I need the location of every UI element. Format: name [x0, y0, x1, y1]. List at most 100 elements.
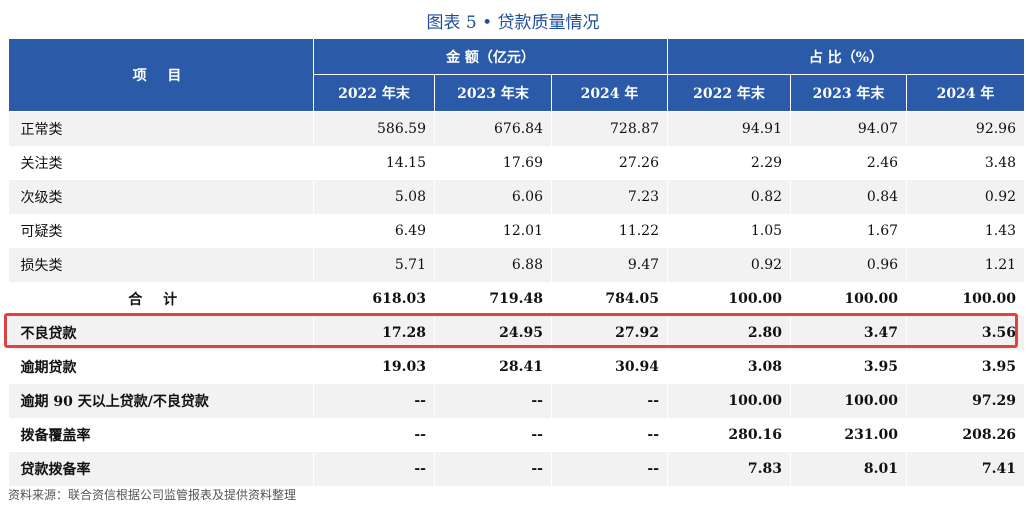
amount-group-header: 金 额（亿元）	[312, 38, 669, 75]
table-cell: 27.92	[551, 316, 669, 350]
row-label: 贷款拨备率	[8, 452, 314, 486]
table-cell: 12.01	[434, 214, 552, 248]
table-cell: 586.59	[313, 111, 435, 146]
table-cell: 0.84	[790, 180, 908, 214]
row-label: 次级类	[8, 180, 314, 214]
row-label: 不良贷款	[8, 316, 314, 350]
table-cell: --	[551, 384, 669, 418]
table-cell: 719.48	[434, 282, 552, 316]
table-cell: --	[434, 384, 552, 418]
table-cell: 17.28	[313, 316, 435, 350]
table-cell: 14.15	[313, 146, 435, 180]
table-row: 损失类 5.71 6.88 9.47 0.92 0.96 1.21	[8, 248, 1026, 282]
table-cell: 100.00	[790, 282, 908, 316]
table-row: 关注类 14.15 17.69 27.26 2.29 2.46 3.48	[8, 146, 1026, 180]
table-cell: 3.08	[667, 350, 792, 384]
table-cell: 3.48	[906, 146, 1026, 180]
table-cell: 27.26	[551, 146, 669, 180]
table-cell: 208.26	[906, 418, 1026, 452]
row-label: 拨备覆盖率	[8, 418, 314, 452]
row-label: 关注类	[8, 146, 314, 180]
row-label: 合 计	[8, 282, 314, 316]
table-cell: --	[551, 452, 669, 486]
row-label: 逾期贷款	[8, 350, 314, 384]
table-cell: 2.29	[667, 146, 792, 180]
table-row: 不良贷款 17.28 24.95 27.92 2.80 3.47 3.56	[8, 316, 1026, 350]
loan-quality-table: 项 目 金 额（亿元） 占 比（%） 2022 年末 2023 年末 2024 …	[8, 38, 1026, 486]
row-label: 逾期 90 天以上贷款/不良贷款	[8, 384, 314, 418]
table-cell: 231.00	[790, 418, 908, 452]
table-cell: 28.41	[434, 350, 552, 384]
table-cell: 1.05	[667, 214, 792, 248]
table-cell: 2.46	[790, 146, 908, 180]
table-cell: 100.00	[790, 384, 908, 418]
table-row: 逾期 90 天以上贷款/不良贷款 -- -- -- 100.00 100.00 97.29	[8, 384, 1026, 418]
table-cell: 97.29	[906, 384, 1026, 418]
table-cell: 24.95	[434, 316, 552, 350]
table-cell: 0.92	[667, 248, 792, 282]
table-cell: 7.23	[551, 180, 669, 214]
table-row: 逾期贷款 19.03 28.41 30.94 3.08 3.95 3.95	[8, 350, 1026, 384]
year-header: 2022 年末	[313, 74, 435, 112]
year-header: 2024 年	[550, 74, 669, 112]
table-cell: 11.22	[551, 214, 669, 248]
table-cell: 8.01	[790, 452, 908, 486]
table-row: 合 计 618.03 719.48 784.05 100.00 100.00 100.00	[8, 282, 1026, 316]
table-cell: 5.71	[313, 248, 435, 282]
table-cell: --	[313, 418, 435, 452]
row-label: 损失类	[8, 248, 314, 282]
table-cell: --	[313, 384, 435, 418]
table-cell: 6.88	[434, 248, 552, 282]
item-header: 项 目	[8, 38, 314, 112]
ratio-group-header: 占 比（%）	[667, 38, 1026, 75]
table-row: 次级类 5.08 6.06 7.23 0.82 0.84 0.92	[8, 180, 1026, 214]
table-row: 贷款拨备率 -- -- -- 7.83 8.01 7.41	[8, 452, 1026, 486]
table-cell: 94.07	[790, 111, 908, 146]
table-cell: 30.94	[551, 350, 669, 384]
table-cell: 94.91	[667, 111, 792, 146]
year-header: 2023 年末	[434, 74, 552, 112]
table-cell: 728.87	[551, 111, 669, 146]
table-row: 正常类 586.59 676.84 728.87 94.91 94.07 92.96	[8, 111, 1026, 146]
source-note: 资料来源：联合资信根据公司监管报表及提供资料整理	[8, 488, 297, 502]
table-cell: 3.95	[906, 350, 1026, 384]
year-header: 2023 年末	[790, 74, 908, 112]
table-cell: 7.83	[667, 452, 792, 486]
table-cell: 5.08	[313, 180, 435, 214]
table-cell: 1.43	[906, 214, 1026, 248]
table-cell: 6.06	[434, 180, 552, 214]
row-label: 正常类	[8, 111, 314, 146]
table-row: 拨备覆盖率 -- -- -- 280.16 231.00 208.26	[8, 418, 1026, 452]
table-cell: 784.05	[551, 282, 669, 316]
table-cell: 1.67	[790, 214, 908, 248]
table-cell: 1.21	[906, 248, 1026, 282]
row-label: 可疑类	[8, 214, 314, 248]
table-cell: 280.16	[667, 418, 792, 452]
table-cell: 3.95	[790, 350, 908, 384]
table-cell: 9.47	[551, 248, 669, 282]
table-cell: 618.03	[313, 282, 435, 316]
table-cell: --	[313, 452, 435, 486]
year-header: 2022 年末	[667, 74, 792, 112]
table-cell: 2.80	[667, 316, 792, 350]
table-cell: 676.84	[434, 111, 552, 146]
table-cell: 0.96	[790, 248, 908, 282]
figure-title: 图表 5 • 贷款质量情况	[426, 13, 600, 33]
table-cell: --	[551, 418, 669, 452]
table-cell: 0.82	[667, 180, 792, 214]
year-header: 2024 年	[906, 74, 1026, 112]
table-cell: 7.41	[906, 452, 1026, 486]
table-cell: 0.92	[906, 180, 1026, 214]
table-cell: --	[434, 452, 552, 486]
table-cell: 100.00	[667, 282, 792, 316]
table-cell: 3.56	[906, 316, 1026, 350]
table-cell: 6.49	[313, 214, 435, 248]
table-cell: 92.96	[906, 111, 1026, 146]
table-cell: 100.00	[667, 384, 792, 418]
table-cell: 17.69	[434, 146, 552, 180]
table-row: 可疑类 6.49 12.01 11.22 1.05 1.67 1.43	[8, 214, 1026, 248]
table-cell: 3.47	[790, 316, 908, 350]
table-cell: 19.03	[313, 350, 435, 384]
table-cell: 100.00	[906, 282, 1026, 316]
table-cell: --	[434, 418, 552, 452]
